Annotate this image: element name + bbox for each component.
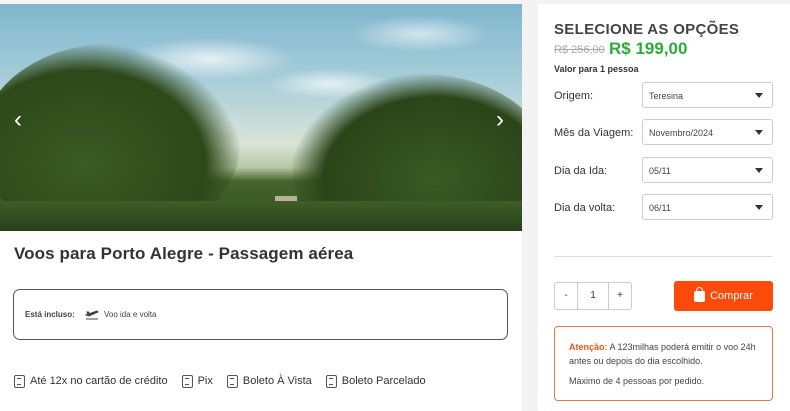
product-column: ‹ › Voos para Porto Alegre - Passagem aé… [0,4,522,411]
payment-methods: Até 12x no cartão de crédito Pix Boleto … [14,373,440,389]
max-people-note: Máximo de 4 pessoas por pedido. [569,376,705,386]
divider [554,256,773,257]
decrement-button[interactable]: - [555,283,577,309]
payment-icon [181,374,193,388]
attention-note: Atenção: A 123milhas poderá emitir o voo… [554,326,773,401]
payment-method: Boleto Parcelado [325,374,426,388]
return-day-select[interactable]: 06/11 [642,194,773,220]
payment-method: Até 12x no cartão de crédito [14,374,168,388]
return-day-label: Dia da volta: [554,202,616,214]
per-person-note: Valor para 1 pessoa [554,64,639,74]
product-title: Voos para Porto Alegre - Passagem aérea [14,244,354,263]
plane-icon [85,310,99,320]
chevron-right-icon[interactable]: › [490,108,510,132]
included-label: Está incluso: [25,310,75,319]
payment-method: Pix [181,374,213,388]
departure-day-select[interactable]: 05/11 [642,157,773,183]
current-price: R$ 199,00 [609,39,688,58]
month-label: Mês da Viagem: [554,127,634,139]
options-panel: SELECIONE AS OPÇÕES R$ 256,00 R$ 199,00 … [538,4,790,411]
origin-label: Origem: [554,90,594,102]
buy-button[interactable]: Comprar [674,281,773,311]
chevron-down-icon [755,130,763,135]
chevron-down-icon [755,205,763,210]
origin-select[interactable]: Teresina [642,82,773,108]
payment-method: Boleto À Vista [226,374,312,388]
increment-button[interactable]: + [609,283,631,309]
chevron-down-icon [755,93,763,98]
hero-image: ‹ › [0,4,522,231]
month-select[interactable]: Novembro/2024 [642,119,773,145]
quantity-input[interactable]: 1 [577,283,609,309]
payment-icon [14,374,25,388]
chevron-left-icon[interactable]: ‹ [8,108,28,132]
panel-title: SELECIONE AS OPÇÕES [554,21,740,38]
chevron-down-icon [755,168,763,173]
departure-day-label: Dia da Ida: [554,165,608,177]
payment-icon [226,374,238,388]
payment-icon [325,374,337,388]
included-item: Voo ida e volta [104,310,157,319]
shopping-bag-icon [694,286,706,302]
included-box: Está incluso: Voo ida e volta [13,289,508,340]
attention-label: Atenção: [569,342,608,352]
old-price: R$ 256,00 [554,44,605,56]
quantity-stepper: - 1 + [554,282,632,310]
